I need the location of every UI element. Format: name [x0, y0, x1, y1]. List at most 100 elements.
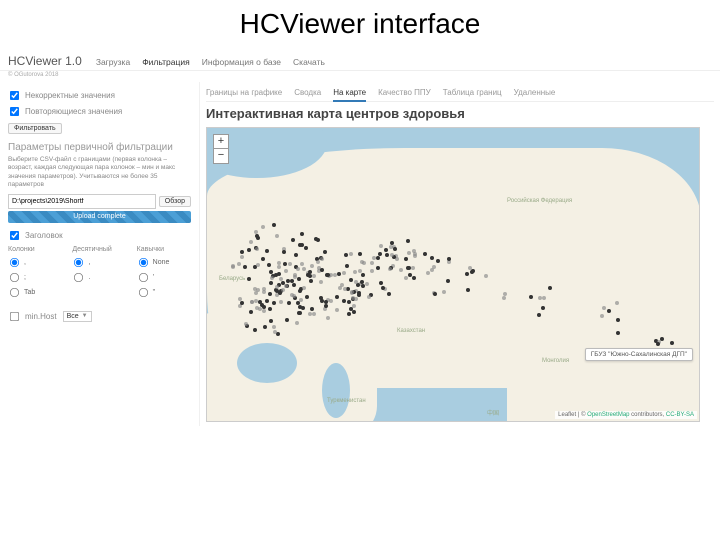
map-marker[interactable] — [240, 250, 244, 254]
map-marker[interactable] — [616, 331, 620, 335]
map-marker[interactable] — [309, 279, 313, 283]
map-marker[interactable] — [295, 321, 299, 325]
checkbox-incorrect-values[interactable]: Некорректные значения — [8, 89, 191, 102]
map-marker[interactable] — [357, 293, 361, 297]
map-marker[interactable] — [298, 305, 302, 309]
osm-link[interactable]: OpenStreetMap — [587, 412, 629, 418]
checkbox-input[interactable] — [10, 107, 19, 116]
map-marker[interactable] — [412, 276, 416, 280]
map-marker[interactable] — [411, 266, 415, 270]
map-marker[interactable] — [352, 310, 356, 314]
radio-quote-single[interactable]: ' — [137, 271, 191, 284]
map-marker[interactable] — [607, 309, 611, 313]
map-marker[interactable] — [312, 312, 316, 316]
map-marker[interactable] — [503, 292, 507, 296]
map-marker[interactable] — [308, 274, 312, 278]
map-marker[interactable] — [256, 236, 260, 240]
map-marker[interactable] — [262, 309, 266, 313]
checkbox-minhost[interactable]: min.Host — [8, 310, 57, 323]
map-marker[interactable] — [276, 332, 280, 336]
leaflet-map[interactable]: + − Российская Федерация Беларусь Казахс… — [206, 127, 700, 422]
map-marker[interactable] — [502, 296, 506, 300]
map-marker[interactable] — [282, 250, 286, 254]
select-all[interactable]: Все ▼ — [63, 311, 92, 322]
map-marker[interactable] — [277, 265, 281, 269]
map-marker[interactable] — [312, 274, 316, 278]
nav-upload[interactable]: Загрузка — [96, 57, 130, 67]
tab-bounds-chart[interactable]: Границы на графике — [206, 88, 282, 97]
checkbox-input[interactable] — [10, 312, 19, 321]
map-marker[interactable] — [262, 287, 266, 291]
map-marker[interactable] — [379, 244, 383, 248]
map-marker[interactable] — [291, 238, 295, 242]
map-marker[interactable] — [277, 272, 281, 276]
nav-dbinfo[interactable]: Информация о базе — [202, 57, 281, 67]
radio-semicolon[interactable]: ; — [8, 271, 62, 284]
map-marker[interactable] — [272, 301, 276, 305]
map-marker[interactable] — [656, 342, 660, 346]
license-link[interactable]: CC-BY-SA — [666, 412, 694, 418]
map-marker[interactable] — [296, 267, 300, 271]
tab-bounds-table[interactable]: Таблица границ — [443, 88, 502, 97]
radio-quote-none[interactable]: None — [137, 256, 191, 269]
browse-button[interactable]: Обзор — [159, 196, 191, 207]
radio-quote-double[interactable]: " — [137, 286, 191, 299]
map-marker[interactable] — [269, 270, 273, 274]
map-marker[interactable] — [338, 286, 342, 290]
map-marker[interactable] — [388, 267, 392, 271]
radio-dec-dot[interactable]: . — [72, 271, 126, 284]
map-marker[interactable] — [269, 319, 273, 323]
map-marker[interactable] — [390, 241, 394, 245]
map-marker[interactable] — [350, 290, 354, 294]
map-marker[interactable] — [347, 312, 351, 316]
map-marker[interactable] — [283, 262, 287, 266]
map-marker[interactable] — [354, 280, 358, 284]
map-marker[interactable] — [393, 247, 397, 251]
map-marker[interactable] — [254, 230, 258, 234]
file-path-input[interactable] — [8, 194, 156, 209]
map-marker[interactable] — [484, 274, 488, 278]
map-marker[interactable] — [370, 261, 374, 265]
map-marker[interactable] — [290, 293, 294, 297]
map-marker[interactable] — [247, 277, 251, 281]
checkbox-input[interactable] — [10, 91, 19, 100]
map-marker[interactable] — [299, 298, 303, 302]
map-marker[interactable] — [273, 330, 277, 334]
map-marker[interactable] — [243, 265, 247, 269]
map-marker[interactable] — [292, 283, 296, 287]
map-marker[interactable] — [284, 284, 288, 288]
map-marker[interactable] — [294, 253, 298, 257]
map-marker[interactable] — [316, 238, 320, 242]
map-marker[interactable] — [360, 260, 364, 264]
map-marker[interactable] — [279, 300, 283, 304]
map-marker[interactable] — [272, 325, 276, 329]
map-marker[interactable] — [342, 299, 346, 303]
zoom-out-button[interactable]: − — [214, 149, 228, 163]
map-marker[interactable] — [381, 286, 385, 290]
map-marker[interactable] — [326, 316, 330, 320]
tab-map[interactable]: На карте — [333, 88, 366, 102]
map-marker[interactable] — [376, 256, 380, 260]
map-marker[interactable] — [360, 280, 364, 284]
map-marker[interactable] — [249, 240, 253, 244]
filter-button[interactable]: Фильтровать — [8, 123, 62, 134]
map-marker[interactable] — [240, 301, 244, 305]
map-marker[interactable] — [298, 311, 302, 315]
checkbox-input[interactable] — [10, 231, 19, 240]
nav-filter[interactable]: Фильтрация — [142, 57, 190, 67]
map-marker[interactable] — [358, 252, 362, 256]
radio-comma[interactable]: , — [8, 256, 62, 269]
tab-summary[interactable]: Сводка — [294, 88, 321, 97]
map-marker[interactable] — [343, 287, 347, 291]
map-marker[interactable] — [319, 280, 323, 284]
radio-tab[interactable]: Tab — [8, 286, 62, 299]
map-marker[interactable] — [240, 255, 244, 259]
radio-dec-comma[interactable]: , — [72, 256, 126, 269]
tab-quality[interactable]: Качество ППУ — [378, 88, 431, 97]
map-marker[interactable] — [268, 292, 272, 296]
map-marker[interactable] — [265, 249, 269, 253]
map-marker[interactable] — [465, 272, 469, 276]
map-marker[interactable] — [466, 288, 470, 292]
map-marker[interactable] — [600, 314, 604, 318]
checkbox-duplicate-values[interactable]: Повторяющиеся значения — [8, 105, 191, 118]
